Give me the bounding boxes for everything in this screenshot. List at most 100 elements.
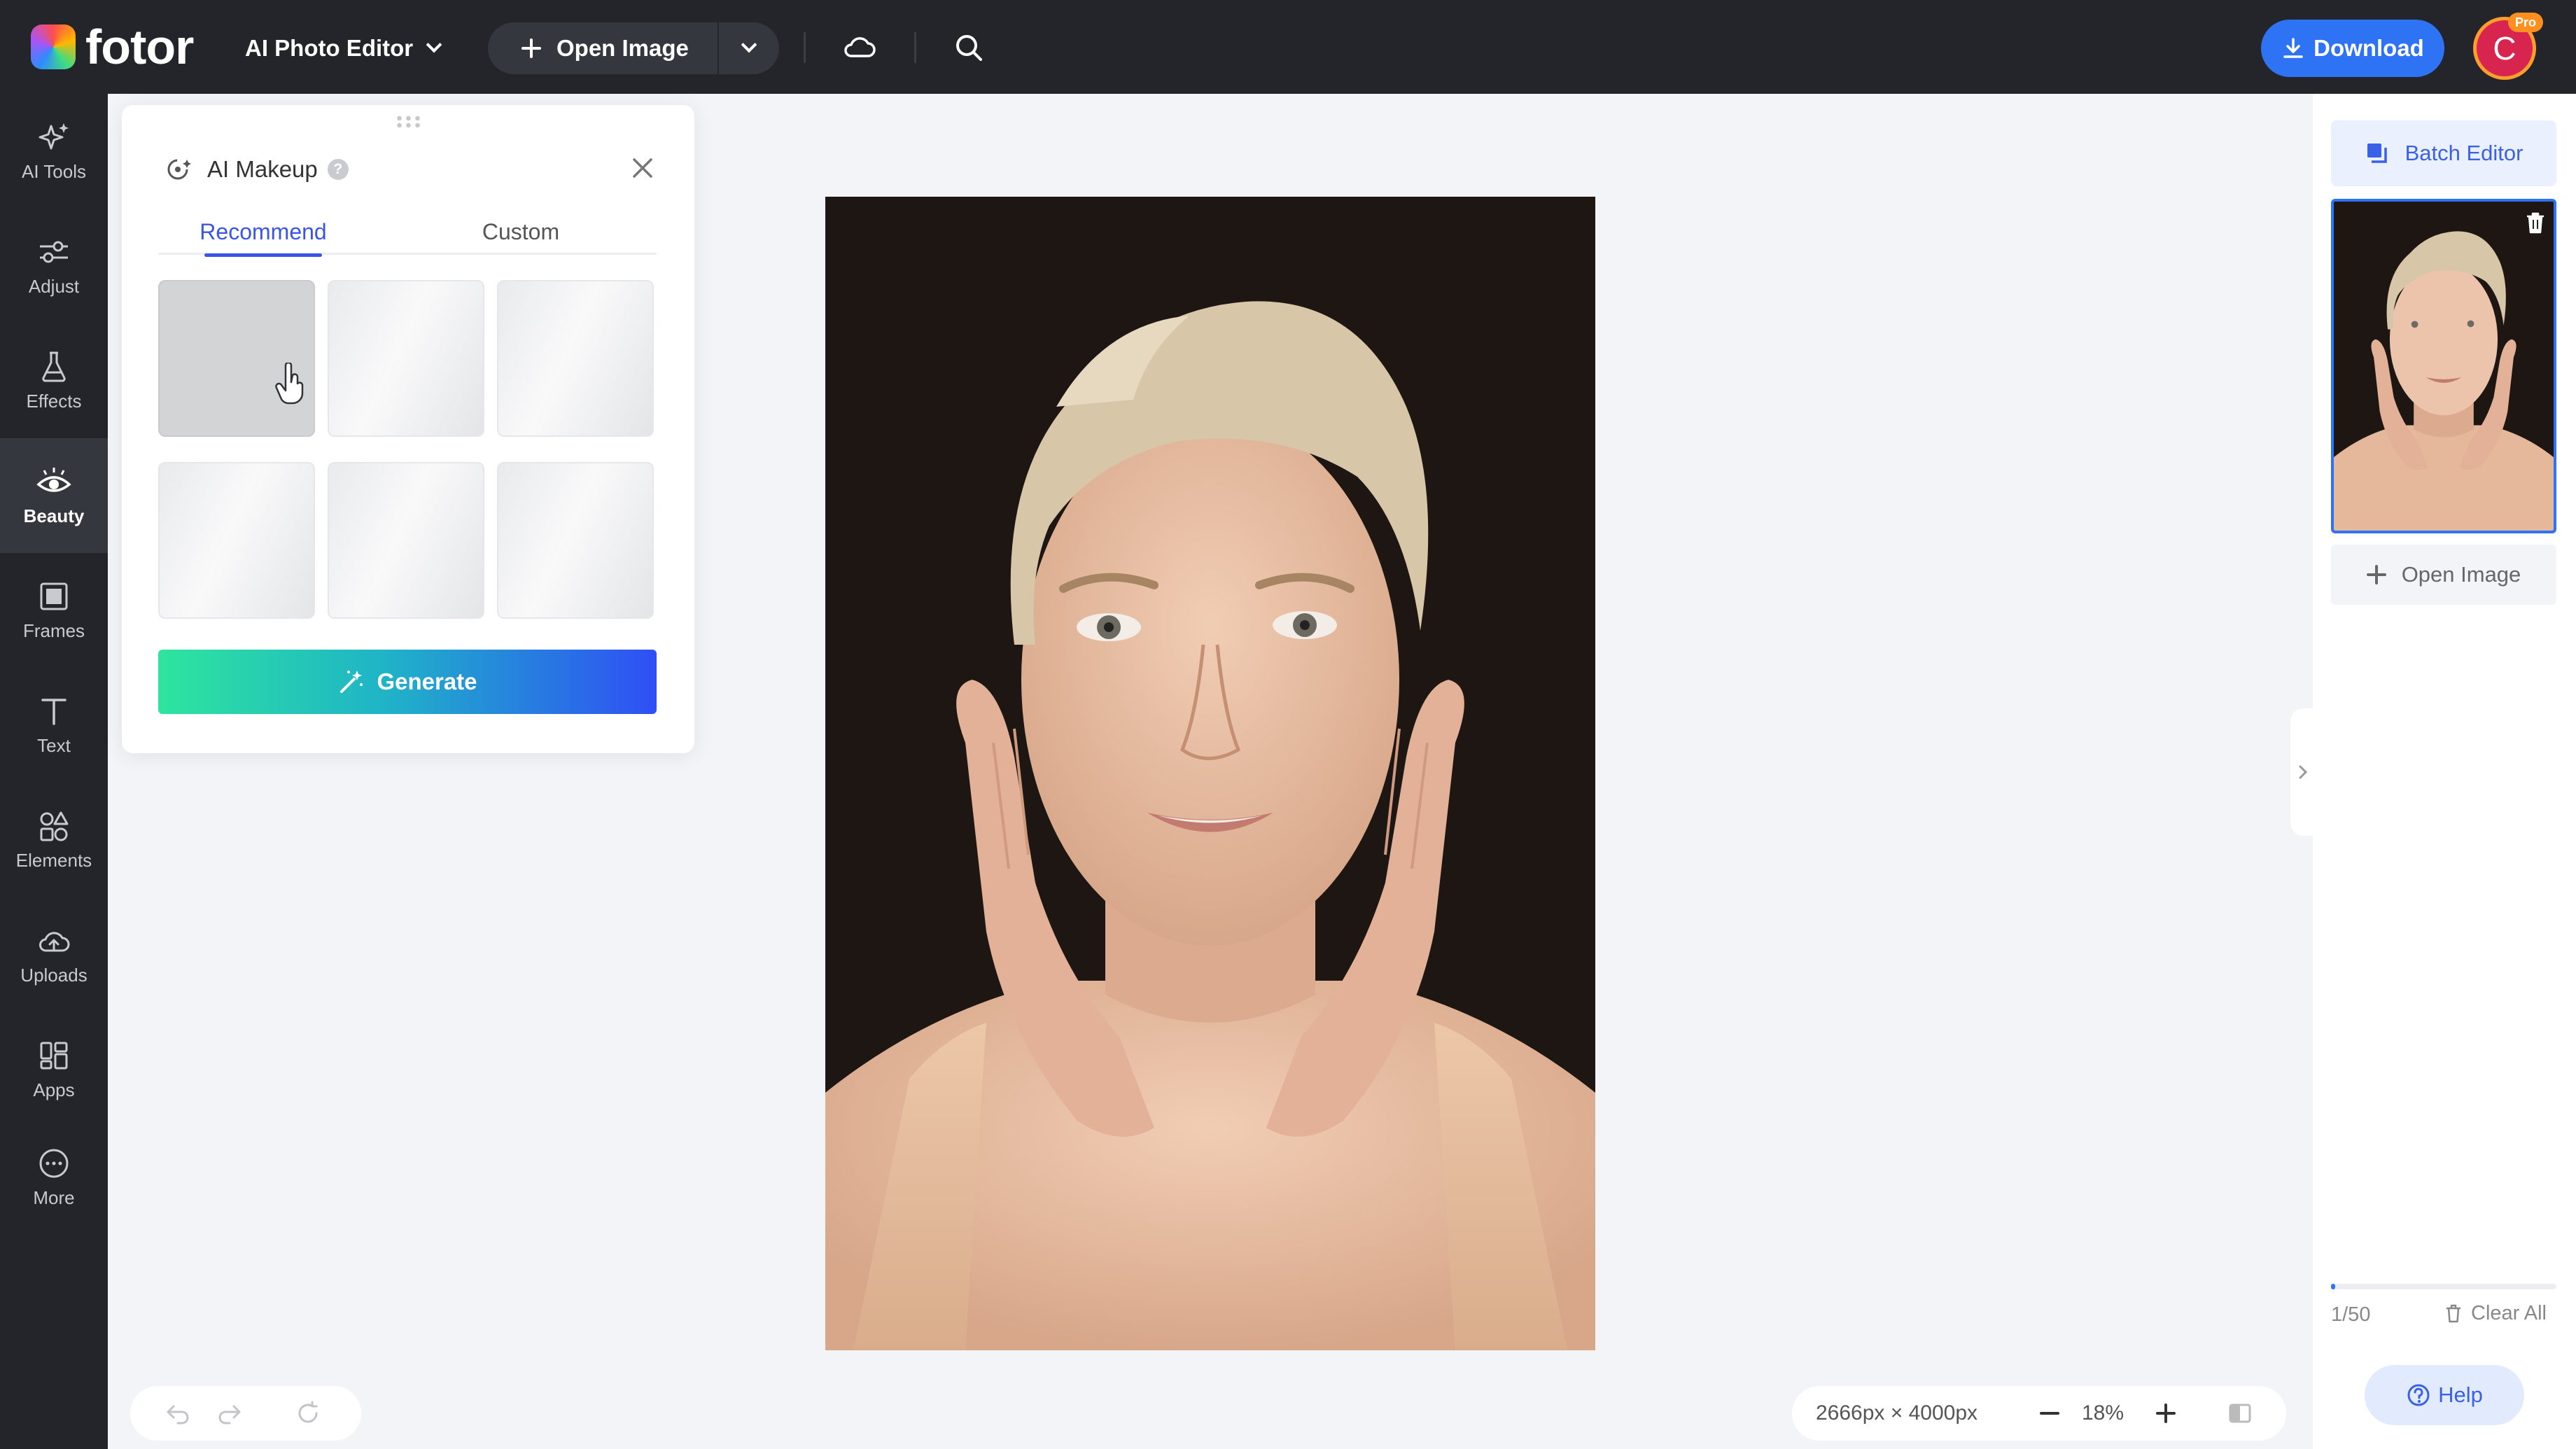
sidebar-item-label: Elements: [15, 849, 92, 871]
chevron-down-icon: [426, 36, 442, 53]
download-button[interactable]: Download: [2261, 20, 2444, 77]
makeup-preset-2[interactable]: [328, 280, 484, 437]
open-image-group: Open Image: [488, 22, 779, 74]
top-bar: fotor AI Photo Editor Open Image Downloa…: [0, 0, 2576, 94]
open-image-label: Open Image: [556, 35, 689, 61]
drag-handle[interactable]: [395, 115, 421, 129]
fotor-logo-mark-icon: [31, 24, 76, 69]
makeup-preset-1[interactable]: [158, 280, 315, 437]
add-image-button[interactable]: Open Image: [2331, 545, 2556, 605]
ai-makeup-icon: [167, 159, 191, 180]
pro-badge: Pro: [2508, 13, 2543, 32]
sidebar-item-label: Apps: [33, 1079, 75, 1100]
plus-icon: [2156, 1404, 2176, 1423]
help-circle-icon[interactable]: ?: [327, 159, 349, 180]
tab-recommend[interactable]: Recommend: [181, 209, 346, 257]
plus-icon: [522, 38, 541, 58]
ai-photo-editor-menu[interactable]: AI Photo Editor: [245, 28, 442, 69]
help-circle-icon: [2407, 1384, 2430, 1406]
left-sidebar: AI Tools Adjust Effects Beauty Frames Te…: [0, 94, 108, 1449]
sidebar-item-adjust[interactable]: Adjust: [0, 209, 108, 323]
reset-icon[interactable]: [294, 1399, 322, 1427]
makeup-preset-3[interactable]: [497, 280, 654, 437]
sidebar-item-more[interactable]: More: [0, 1120, 108, 1235]
panel-header: AI Makeup ?: [165, 148, 349, 190]
panel-title: AI Makeup: [207, 156, 318, 182]
tab-label: Recommend: [200, 218, 327, 244]
trash-icon: [2446, 1304, 2460, 1323]
sidebar-item-label: Uploads: [20, 964, 88, 986]
batch-editor-button[interactable]: Batch Editor: [2331, 120, 2556, 186]
toolbar-divider: [804, 32, 806, 63]
tab-custom[interactable]: Custom: [438, 209, 603, 255]
sliders-icon: [40, 241, 68, 262]
chevron-right-icon: [2299, 765, 2308, 779]
tab-label: Custom: [482, 218, 560, 244]
eye-icon: [36, 467, 71, 492]
sidebar-item-label: Frames: [22, 620, 85, 641]
editor-menu-label: AI Photo Editor: [245, 35, 414, 61]
makeup-tabs: Recommend Custom: [158, 209, 657, 257]
help-label: Help: [2438, 1382, 2483, 1407]
image-count: 1/50: [2331, 1303, 2371, 1326]
close-icon[interactable]: [622, 147, 664, 189]
zoom-level[interactable]: 18%: [2082, 1386, 2124, 1441]
canvas-dimensions: 2666px × 4000px: [1816, 1401, 1978, 1424]
sidebar-item-label: AI Tools: [21, 160, 86, 182]
sidebar-item-text[interactable]: Text: [0, 668, 108, 783]
right-panel: Batch Editor Open Image 1/50 Clear All H…: [2313, 94, 2576, 1449]
apps-icon: [40, 1042, 68, 1069]
sidebar-item-label: Beauty: [23, 505, 85, 526]
sidebar-item-ai-tools[interactable]: AI Tools: [0, 94, 108, 209]
toolbar-divider: [914, 32, 916, 63]
zoom-toolbar: 2666px × 4000px 18%: [1792, 1386, 2286, 1441]
fotor-logo[interactable]: fotor: [31, 20, 194, 74]
sidebar-item-label: Text: [37, 734, 71, 756]
makeup-preset-6[interactable]: [497, 462, 654, 619]
generate-button[interactable]: Generate: [158, 650, 657, 714]
open-image-dropdown[interactable]: [719, 22, 779, 74]
shapes-icon: [40, 811, 69, 841]
trash-icon[interactable]: [2523, 210, 2548, 235]
sidebar-item-label: More: [33, 1186, 75, 1208]
makeup-preset-5[interactable]: [328, 462, 484, 619]
generate-label: Generate: [377, 668, 477, 694]
avatar-initial: C: [2493, 30, 2516, 66]
zoom-in-button[interactable]: [2152, 1399, 2180, 1427]
makeup-preset-4[interactable]: [158, 462, 315, 619]
sidebar-item-apps[interactable]: Apps: [0, 1012, 108, 1127]
frame-icon: [40, 582, 68, 610]
flask-icon: [42, 351, 66, 382]
sidebar-item-label: Effects: [26, 390, 82, 412]
more-icon: [39, 1149, 69, 1177]
sidebar-item-uploads[interactable]: Uploads: [0, 897, 108, 1012]
help-button[interactable]: Help: [2365, 1365, 2524, 1425]
download-label: Download: [2314, 35, 2424, 61]
sidebar-item-elements[interactable]: Elements: [0, 783, 108, 897]
hand-cursor-icon: [275, 363, 304, 405]
right-panel-toggle[interactable]: [2290, 708, 2316, 836]
image-count-progress: [2331, 1284, 2556, 1289]
cloud-icon[interactable]: [841, 29, 878, 66]
sidebar-item-label: Adjust: [28, 275, 80, 297]
history-toolbar: [130, 1386, 361, 1441]
clear-all-button[interactable]: Clear All: [2443, 1299, 2547, 1327]
image-thumbnail[interactable]: [2331, 199, 2556, 533]
logo-text: fotor: [85, 20, 194, 74]
add-image-label: Open Image: [2401, 562, 2521, 587]
sparkle-icon: [38, 122, 69, 149]
magic-wand-icon: [340, 671, 363, 693]
photo-canvas[interactable]: [825, 197, 1595, 1350]
zoom-out-button[interactable]: [2036, 1399, 2064, 1427]
open-image-button[interactable]: Open Image: [488, 22, 719, 74]
ai-makeup-panel: AI Makeup ? Recommend Custom Generate: [122, 105, 694, 753]
batch-editor-label: Batch Editor: [2404, 141, 2524, 165]
sidebar-item-effects[interactable]: Effects: [0, 323, 108, 438]
sidebar-item-frames[interactable]: Frames: [0, 553, 108, 668]
undo-icon[interactable]: [164, 1399, 192, 1427]
sidebar-item-beauty[interactable]: Beauty: [0, 438, 108, 553]
cloud-upload-icon: [39, 931, 70, 951]
redo-icon[interactable]: [216, 1399, 244, 1427]
compare-icon[interactable]: [2226, 1399, 2254, 1427]
search-icon[interactable]: [951, 29, 987, 66]
